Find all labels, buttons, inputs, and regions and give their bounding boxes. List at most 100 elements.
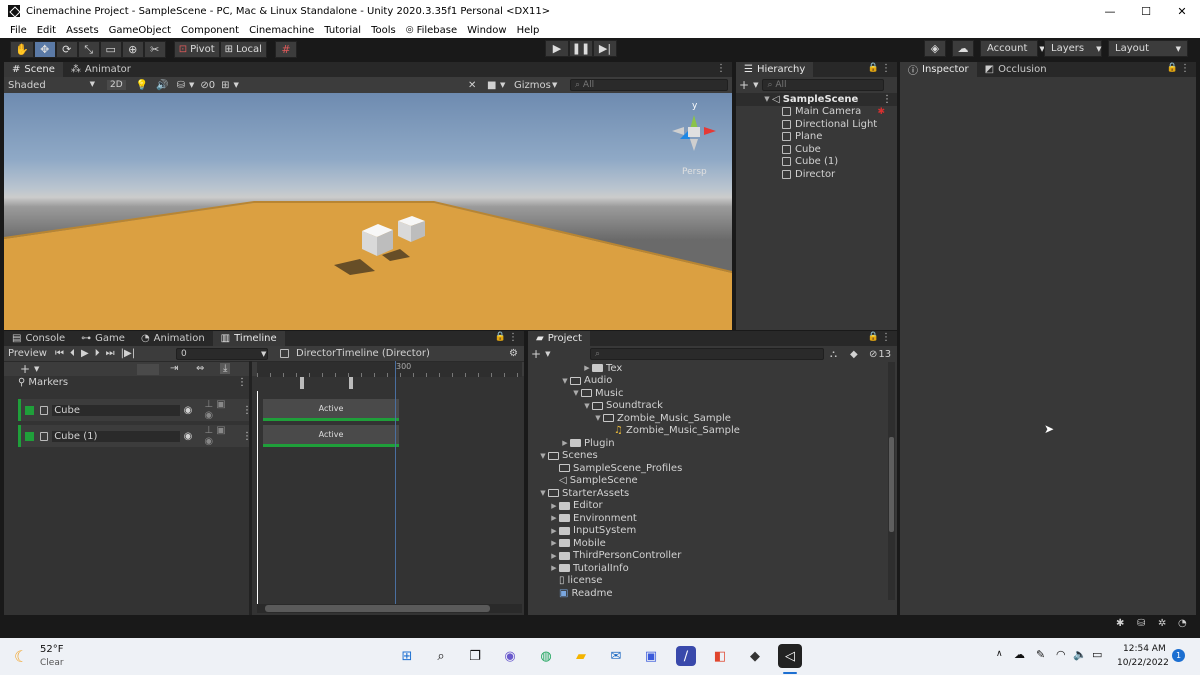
project-search-input[interactable]: ⌕	[590, 348, 824, 360]
snap-icon[interactable]: ⇔	[196, 363, 204, 374]
cache-icon[interactable]: ⛁	[1137, 618, 1145, 629]
lock-icon[interactable]: 🔒	[495, 332, 506, 342]
task-view-icon[interactable]: ❐	[465, 646, 485, 666]
office-icon[interactable]: ◧	[710, 646, 730, 666]
chevron-down-icon[interactable]: ▼	[552, 81, 557, 89]
collab-icon[interactable]: ◈	[924, 40, 946, 57]
expand-arrow-icon[interactable]: ▼	[571, 389, 581, 397]
scene-search-input[interactable]: ⌕ All	[570, 79, 728, 91]
wifi-icon[interactable]: ◠	[1056, 648, 1066, 661]
mail-icon[interactable]: ✉	[606, 646, 626, 666]
track-cube[interactable]: Cube ◉ ⊥ ▣ ◉ ⋮	[18, 399, 252, 421]
hidden-packages-button[interactable]: ⊘ 13	[869, 349, 891, 360]
tab-scene[interactable]: # Scene	[4, 62, 63, 77]
unity-hub-icon[interactable]: ◆	[745, 646, 765, 666]
go-to-start-icon[interactable]: ⏮	[55, 348, 64, 359]
store-icon[interactable]: ▣	[641, 646, 661, 666]
play-icon[interactable]: ▶	[81, 348, 89, 359]
hierarchy-item-plane[interactable]: Plane	[736, 131, 897, 144]
chevron-down-icon[interactable]: ▼	[753, 81, 758, 89]
previous-frame-icon[interactable]: ⏴	[70, 348, 75, 359]
menu-file[interactable]: File	[0, 25, 32, 36]
project-item[interactable]: SampleScene_Profiles	[528, 462, 886, 475]
edge-browser-icon[interactable]: ◍	[536, 646, 556, 666]
close-button[interactable]: ✕	[1164, 0, 1200, 22]
target-icon[interactable]: ◉	[184, 431, 193, 442]
file-explorer-icon[interactable]: ▰	[571, 646, 591, 666]
expand-arrow-icon[interactable]: ▼	[762, 95, 772, 103]
play-range-icon[interactable]: |▶|	[121, 348, 135, 359]
layers-dropdown[interactable]: Layers ▼	[1044, 40, 1102, 57]
hand-tool-icon[interactable]: ✋	[10, 40, 34, 58]
teams-chat-icon[interactable]: ◉	[500, 646, 520, 666]
2d-toggle-button[interactable]: 2D	[107, 80, 126, 90]
next-frame-icon[interactable]: ⏵	[95, 348, 100, 359]
auto-gen-lighting-icon[interactable]: ✲	[1158, 618, 1166, 629]
expand-arrow-icon[interactable]: ▼	[593, 414, 603, 422]
tab-timeline[interactable]: ▥ Timeline	[212, 331, 285, 346]
playhead[interactable]	[257, 391, 258, 605]
marker-1[interactable]	[300, 377, 304, 389]
minimize-button[interactable]: —	[1092, 0, 1128, 22]
project-item[interactable]: ▶ Tex	[528, 362, 886, 375]
panel-menu-icon[interactable]: ⋮	[881, 332, 891, 343]
hierarchy-item-cube[interactable]: Cube	[736, 143, 897, 156]
lock-icon[interactable]: 🔒	[868, 63, 879, 73]
project-item[interactable]: ▣ Readme	[528, 587, 886, 600]
time-ruler[interactable]: 300	[257, 362, 522, 377]
chevron-down-icon[interactable]: ▼	[261, 350, 266, 358]
tab-animation[interactable]: ◔ Animation	[133, 331, 213, 346]
expand-arrow-icon[interactable]: ▶	[549, 564, 559, 572]
tab-game[interactable]: ⊶ Game	[73, 331, 133, 346]
chevron-up-icon[interactable]: ∧	[996, 649, 1003, 659]
tab-console[interactable]: ▤ Console	[4, 331, 73, 346]
expand-arrow-icon[interactable]: ▼	[560, 377, 570, 385]
cloud-icon[interactable]: ☁	[952, 40, 974, 57]
tab-hierarchy[interactable]: ☰ Hierarchy	[736, 62, 814, 77]
weather-temp[interactable]: 52°F	[40, 644, 63, 655]
clock-time[interactable]: 12:54 AM	[1123, 644, 1166, 654]
progress-check-icon[interactable]: ◔	[1178, 618, 1187, 629]
gizmos-dropdown[interactable]: Gizmos	[514, 80, 551, 91]
timeline-breadcrumb[interactable]: DirectorTimeline (Director)	[280, 348, 430, 359]
frame-input[interactable]: 0	[176, 347, 268, 360]
project-item[interactable]: ▶ Environment	[528, 512, 886, 525]
clock-date[interactable]: 10/22/2022	[1117, 658, 1169, 668]
expand-arrow-icon[interactable]: ▼	[538, 452, 548, 460]
step-button[interactable]: ▶|	[593, 40, 617, 57]
panel-menu-icon[interactable]: ⋮	[881, 63, 891, 74]
checkbox-checked-icon[interactable]	[25, 405, 34, 415]
project-item[interactable]: ▶ InputSystem	[528, 525, 886, 538]
project-item[interactable]: ▶ Editor	[528, 500, 886, 513]
project-item[interactable]: ▼ Scenes	[528, 450, 886, 463]
filter-label-icon[interactable]: ◆	[850, 349, 858, 360]
battery-icon[interactable]: ▭	[1092, 648, 1102, 661]
project-item[interactable]: ◁ SampleScene	[528, 475, 886, 488]
project-item[interactable]: ▶ ThirdPersonController	[528, 550, 886, 563]
panel-menu-icon[interactable]: ⋮	[508, 332, 518, 343]
target-icon[interactable]: ◉	[184, 405, 193, 416]
tab-project[interactable]: ▰ Project	[528, 331, 590, 346]
effects-toggle-icon[interactable]: ⛁	[177, 80, 185, 91]
hidden-objects-icon[interactable]: ⊘	[200, 80, 208, 91]
move-tool-icon[interactable]: ✥	[33, 40, 56, 58]
lock-icon[interactable]: 🔒	[868, 332, 879, 342]
grid-toggle-icon[interactable]: ⊞	[221, 80, 229, 91]
project-item[interactable]: ♫ Zombie_Music_Sample	[528, 425, 886, 438]
expand-arrow-icon[interactable]: ▶	[549, 552, 559, 560]
pause-button[interactable]: ❚❚	[569, 40, 593, 57]
project-item[interactable]: ▯ license	[528, 575, 886, 588]
panel-menu-icon[interactable]: ⋮	[716, 63, 726, 74]
custom-tool-icon[interactable]: ✂	[143, 40, 166, 58]
project-item[interactable]: ▼ Zombie_Music_Sample	[528, 412, 886, 425]
tab-inspector[interactable]: ⓘ Inspector	[900, 62, 977, 77]
pin-icon[interactable]: ⤓	[220, 363, 231, 374]
expand-arrow-icon[interactable]: ▼	[538, 489, 548, 497]
project-scrollbar[interactable]	[888, 362, 895, 600]
hierarchy-scene-row[interactable]: ▼ ◁ SampleScene ⋮	[736, 93, 897, 106]
tab-occlusion[interactable]: ◩ Occlusion	[977, 62, 1055, 77]
go-to-end-icon[interactable]: ⏭	[106, 348, 115, 359]
scene-viewport[interactable]: y Persp	[4, 93, 732, 330]
hierarchy-item-cube-1[interactable]: Cube (1)	[736, 156, 897, 169]
account-dropdown[interactable]: Account ▼	[980, 40, 1045, 57]
